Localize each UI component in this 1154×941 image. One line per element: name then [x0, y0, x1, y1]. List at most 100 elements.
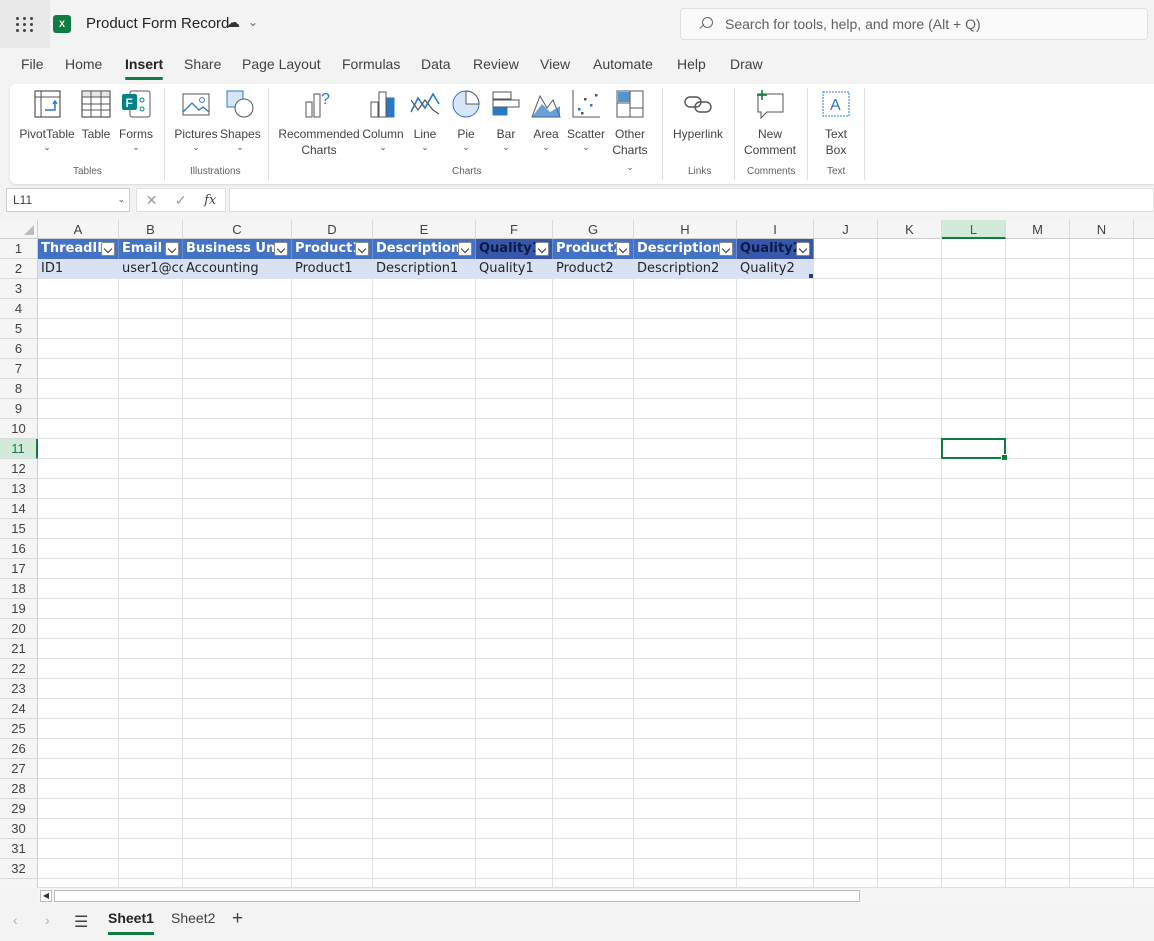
tab-view[interactable]: View	[540, 56, 570, 72]
row-header-25[interactable]: 25	[0, 719, 38, 739]
tab-draw[interactable]: Draw	[730, 56, 763, 72]
forms-button[interactable]: F Forms ⌄	[118, 88, 154, 152]
table-cell[interactable]: Description1	[373, 259, 476, 279]
row-header-15[interactable]: 15	[0, 519, 38, 539]
all-sheets-menu-icon[interactable]: ☰	[74, 912, 88, 932]
row-header-20[interactable]: 20	[0, 619, 38, 639]
tab-review[interactable]: Review	[473, 56, 519, 72]
new-comment-button[interactable]: New Comment	[742, 88, 798, 158]
active-cell[interactable]	[941, 438, 1008, 461]
table-header-cell[interactable]: Product1	[292, 239, 373, 259]
scroll-left-arrow-icon[interactable]: ◀	[40, 890, 52, 902]
table-header-cell[interactable]: Product2	[553, 239, 634, 259]
row-header-16[interactable]: 16	[0, 539, 38, 559]
column-header-c[interactable]: C	[183, 220, 292, 239]
column-header-j[interactable]: J	[814, 220, 878, 239]
tab-file[interactable]: File	[21, 56, 44, 72]
filter-dropdown-icon[interactable]	[616, 242, 630, 256]
row-header-11[interactable]: 11	[0, 439, 38, 459]
row-header-10[interactable]: 10	[0, 419, 38, 439]
table-header-cell[interactable]: Quality1	[476, 239, 553, 259]
table-resize-handle[interactable]	[809, 274, 813, 278]
row-header-23[interactable]: 23	[0, 679, 38, 699]
row-header-22[interactable]: 22	[0, 659, 38, 679]
column-header-k[interactable]: K	[878, 220, 942, 239]
previous-sheet-icon[interactable]: ‹	[13, 912, 18, 928]
row-header-12[interactable]: 12	[0, 459, 38, 479]
filter-dropdown-icon[interactable]	[355, 242, 369, 256]
line-chart-button[interactable]: Line ⌄	[408, 88, 442, 152]
pie-chart-button[interactable]: Pie ⌄	[450, 88, 482, 152]
row-header-8[interactable]: 8	[0, 379, 38, 399]
row-header-6[interactable]: 6	[0, 339, 38, 359]
column-header-d[interactable]: D	[292, 220, 373, 239]
document-title[interactable]: Product Form Record	[86, 15, 229, 32]
row-header-2[interactable]: 2	[0, 259, 38, 279]
row-header-21[interactable]: 21	[0, 639, 38, 659]
row-header-4[interactable]: 4	[0, 299, 38, 319]
row-header-19[interactable]: 19	[0, 599, 38, 619]
tab-formulas[interactable]: Formulas	[342, 56, 400, 72]
table-header-cell[interactable]: Email	[119, 239, 183, 259]
row-header-13[interactable]: 13	[0, 479, 38, 499]
row-header-18[interactable]: 18	[0, 579, 38, 599]
tab-automate[interactable]: Automate	[593, 56, 653, 72]
filter-dropdown-icon[interactable]	[165, 242, 179, 256]
column-header-m[interactable]: M	[1006, 220, 1070, 239]
filter-dropdown-icon[interactable]	[719, 242, 733, 256]
row-header-9[interactable]: 9	[0, 399, 38, 419]
row-header-1[interactable]: 1	[0, 239, 38, 259]
cancel-icon[interactable]: ✕	[146, 192, 158, 209]
filter-dropdown-icon[interactable]	[458, 242, 472, 256]
row-header-31[interactable]: 31	[0, 839, 38, 859]
area-chart-button[interactable]: Area ⌄	[530, 88, 562, 152]
tab-home[interactable]: Home	[65, 56, 102, 72]
filter-dropdown-icon[interactable]	[101, 242, 115, 256]
table-cell[interactable]: Quality2	[737, 259, 814, 279]
row-header-7[interactable]: 7	[0, 359, 38, 379]
row-header-30[interactable]: 30	[0, 819, 38, 839]
row-header-5[interactable]: 5	[0, 319, 38, 339]
column-header-l[interactable]: L	[942, 220, 1006, 239]
table-cell[interactable]: user1@co	[119, 259, 183, 279]
other-charts-button[interactable]: Other Charts ⌄	[608, 88, 652, 174]
bar-chart-button[interactable]: Bar ⌄	[490, 88, 522, 152]
row-header-3[interactable]: 3	[0, 279, 38, 299]
tab-help[interactable]: Help	[677, 56, 706, 72]
scrollbar-thumb[interactable]	[54, 890, 860, 902]
chevron-down-icon[interactable]: ⌄	[248, 15, 258, 29]
row-header-24[interactable]: 24	[0, 699, 38, 719]
column-header-g[interactable]: G	[553, 220, 634, 239]
search-input[interactable]: Search for tools, help, and more (Alt + …	[680, 8, 1148, 40]
tab-insert[interactable]: Insert	[125, 56, 164, 80]
table-cell[interactable]: Quality1	[476, 259, 553, 279]
table-cell[interactable]: ID1	[38, 259, 119, 279]
formula-input[interactable]	[229, 188, 1154, 212]
row-header-32[interactable]: 32	[0, 859, 38, 879]
pictures-button[interactable]: Pictures ⌄	[174, 88, 218, 152]
text-box-button[interactable]: A Text Box	[816, 88, 856, 158]
pivottable-button[interactable]: PivotTable ⌄	[18, 88, 76, 152]
add-sheet-icon[interactable]: +	[232, 908, 243, 930]
column-chart-button[interactable]: Column ⌄	[362, 88, 404, 152]
column-header-f[interactable]: F	[476, 220, 553, 239]
table-cell[interactable]: Product1	[292, 259, 373, 279]
row-header-17[interactable]: 17	[0, 559, 38, 579]
table-header-cell[interactable]: Description2	[634, 239, 737, 259]
row-header-27[interactable]: 27	[0, 759, 38, 779]
column-header-h[interactable]: H	[634, 220, 737, 239]
filter-dropdown-icon[interactable]	[535, 242, 549, 256]
table-header-cell[interactable]: Quality2	[737, 239, 814, 259]
column-header-i[interactable]: I	[737, 220, 814, 239]
tab-page-layout[interactable]: Page Layout	[242, 56, 321, 72]
table-cell[interactable]: Accounting	[183, 259, 292, 279]
row-header-26[interactable]: 26	[0, 739, 38, 759]
column-header-b[interactable]: B	[119, 220, 183, 239]
app-launcher-button[interactable]	[0, 0, 50, 48]
scatter-chart-button[interactable]: Scatter ⌄	[566, 88, 606, 152]
select-all-button[interactable]	[0, 220, 38, 239]
name-box[interactable]: L11 ⌄	[6, 188, 130, 212]
table-cell[interactable]: Product2	[553, 259, 634, 279]
cloud-saved-icon[interactable]: ☁	[226, 14, 240, 31]
table-header-cell[interactable]: ThreadID	[38, 239, 119, 259]
